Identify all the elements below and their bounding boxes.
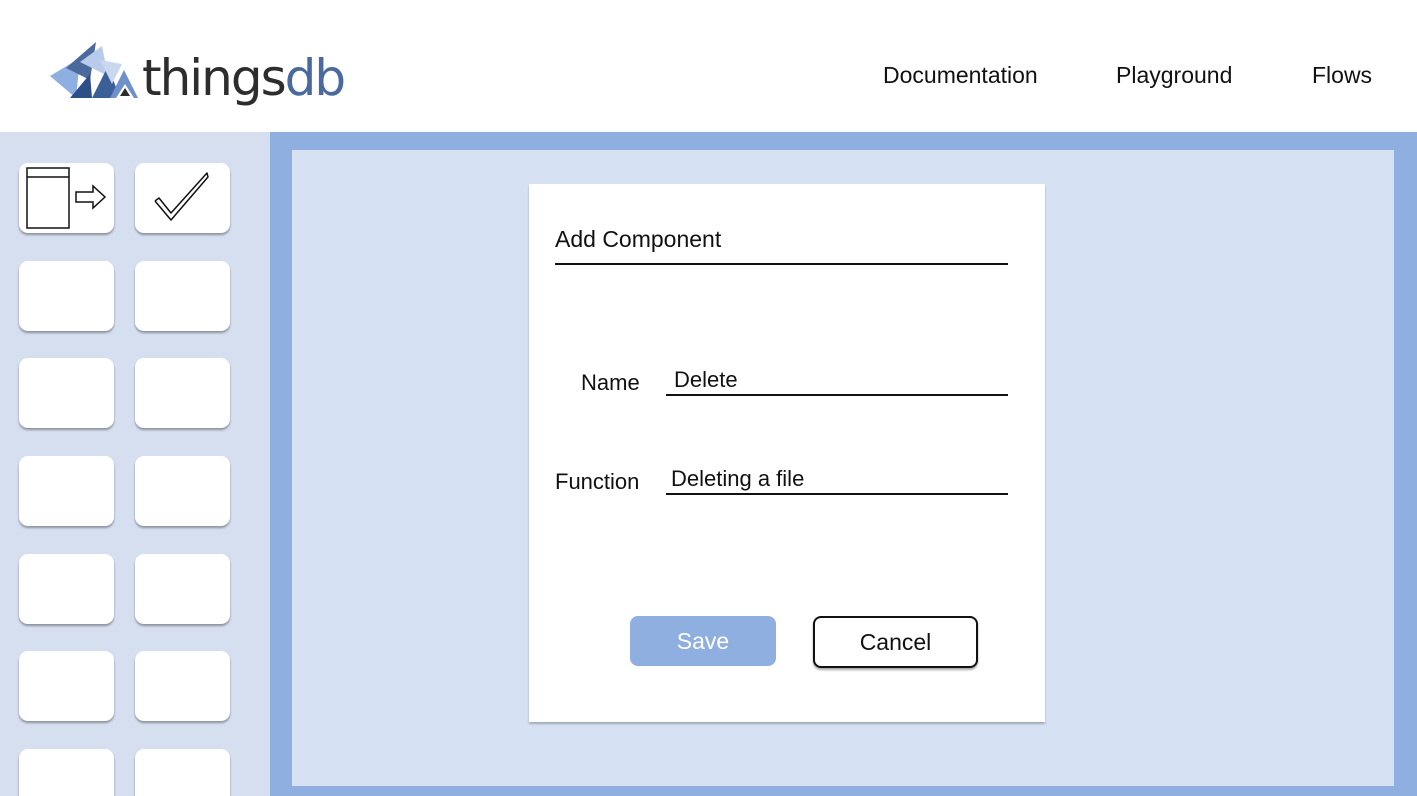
component-tile-empty[interactable] bbox=[135, 554, 230, 624]
component-tile-empty[interactable] bbox=[19, 358, 114, 428]
nav-flows[interactable]: Flows bbox=[1312, 62, 1372, 89]
dialog-title: Add Component bbox=[555, 226, 722, 252]
nav-playground[interactable]: Playground bbox=[1116, 62, 1232, 89]
flow-canvas[interactable]: Add Component Name Function Save Cancel bbox=[292, 150, 1394, 786]
title-divider bbox=[555, 263, 1008, 265]
function-input[interactable] bbox=[666, 465, 1008, 495]
cancel-button[interactable]: Cancel bbox=[813, 616, 978, 668]
nav-documentation[interactable]: Documentation bbox=[883, 62, 1038, 89]
component-tile-empty[interactable] bbox=[135, 261, 230, 331]
thingsdb-logo-icon bbox=[50, 42, 138, 98]
box-arrow-icon bbox=[26, 167, 107, 229]
component-tile-empty[interactable] bbox=[135, 749, 230, 796]
function-label: Function bbox=[555, 469, 640, 494]
component-tile-empty[interactable] bbox=[19, 651, 114, 721]
component-tile-box-arrow[interactable] bbox=[19, 163, 114, 233]
component-tile-empty[interactable] bbox=[19, 261, 114, 331]
workspace-frame: Add Component Name Function Save Cancel bbox=[270, 132, 1417, 796]
component-tile-empty[interactable] bbox=[19, 554, 114, 624]
header: thingsdb Documentation Playground Flows bbox=[0, 0, 1417, 132]
component-tile-empty[interactable] bbox=[135, 456, 230, 526]
add-component-dialog: Add Component Name Function Save Cancel bbox=[529, 184, 1045, 722]
component-palette bbox=[0, 132, 270, 796]
component-tile-check[interactable] bbox=[135, 163, 230, 233]
name-input[interactable] bbox=[666, 366, 1008, 396]
component-tile-empty[interactable] bbox=[135, 358, 230, 428]
component-tile-empty[interactable] bbox=[19, 456, 114, 526]
component-tile-empty[interactable] bbox=[135, 651, 230, 721]
checkmark-icon bbox=[154, 172, 209, 221]
save-button[interactable]: Save bbox=[630, 616, 776, 666]
name-label: Name bbox=[581, 370, 640, 395]
component-tile-empty[interactable] bbox=[19, 749, 114, 796]
thingsdb-logo[interactable]: thingsdb bbox=[50, 40, 346, 116]
logo-wordmark: thingsdb bbox=[142, 49, 346, 107]
